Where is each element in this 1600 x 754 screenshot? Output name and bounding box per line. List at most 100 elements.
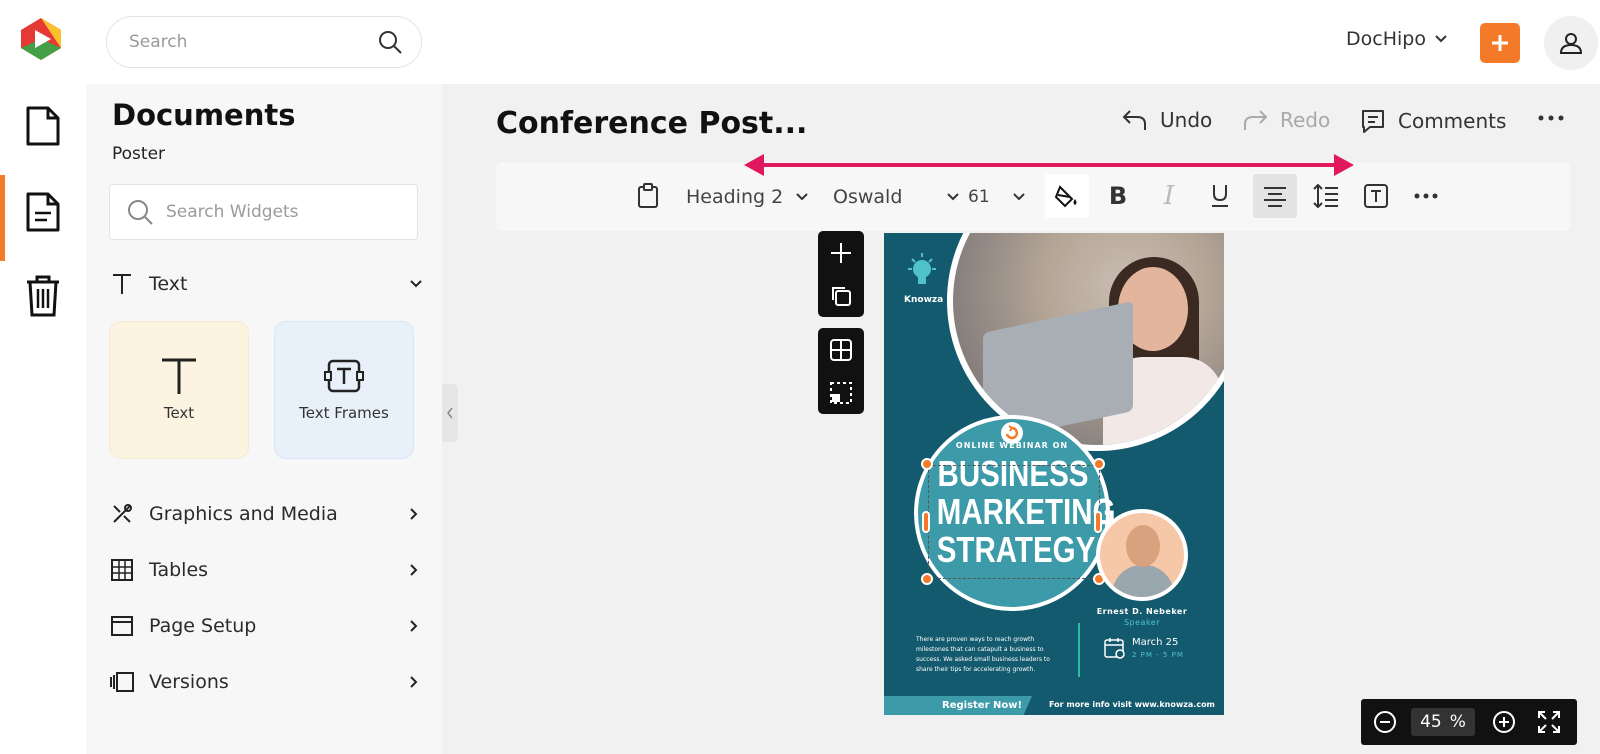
section-text[interactable]: Text bbox=[109, 266, 429, 302]
more-info-text[interactable]: For more info visit www.knowza.com bbox=[1049, 700, 1215, 709]
chevron-down-icon bbox=[796, 192, 808, 200]
line-spacing-icon bbox=[1313, 183, 1338, 209]
zoom-out-icon bbox=[1374, 711, 1396, 733]
add-element-button[interactable] bbox=[829, 241, 853, 265]
webinar-label[interactable]: ONLINE WEBINAR ON bbox=[884, 441, 1140, 450]
user-avatar[interactable] bbox=[1544, 16, 1598, 70]
duplicate-button[interactable] bbox=[830, 285, 852, 307]
page-setup-icon bbox=[109, 613, 135, 639]
rail-trash[interactable] bbox=[0, 254, 86, 338]
font-family-value: Oswald bbox=[833, 185, 903, 208]
speaker-name[interactable]: Ernest D. Nebeker bbox=[1080, 607, 1204, 616]
element-actions-toolbar bbox=[818, 231, 864, 317]
text-icon bbox=[109, 271, 135, 297]
fullscreen-button[interactable] bbox=[1537, 710, 1561, 734]
event-date[interactable]: March 25 bbox=[1132, 637, 1178, 648]
copy-icon bbox=[832, 287, 851, 306]
poster-body-text[interactable]: There are proven ways to reach growth mi… bbox=[916, 635, 1056, 675]
trash-icon bbox=[27, 275, 59, 317]
section-versions[interactable]: Versions bbox=[109, 664, 429, 700]
text-widget-label: Text bbox=[163, 404, 195, 422]
plus-icon bbox=[831, 243, 851, 263]
undo-icon bbox=[1122, 110, 1146, 130]
chevron-right-icon bbox=[409, 507, 429, 521]
undo-label: Undo bbox=[1160, 108, 1213, 132]
table-icon bbox=[109, 557, 135, 583]
resize-handle-left[interactable] bbox=[922, 511, 930, 533]
comments-label: Comments bbox=[1398, 109, 1507, 133]
more-options-button[interactable] bbox=[1538, 114, 1564, 122]
top-bar: Search DocHipo bbox=[0, 0, 1600, 84]
more-horizontal-icon bbox=[1538, 115, 1564, 121]
search-icon[interactable] bbox=[377, 29, 403, 55]
poster-brand[interactable]: Knowza bbox=[904, 295, 943, 305]
speaker-body-shape bbox=[1112, 565, 1174, 597]
resize-handle-bottom-left[interactable] bbox=[921, 573, 933, 585]
text-frames-widget-card[interactable]: Text Frames bbox=[274, 321, 414, 459]
panel-subtitle: Poster bbox=[112, 144, 166, 164]
search-bar[interactable]: Search bbox=[106, 16, 422, 68]
rail-templates[interactable] bbox=[0, 170, 86, 254]
user-icon bbox=[1559, 33, 1583, 54]
graphics-icon bbox=[109, 501, 135, 527]
speaker-photo[interactable] bbox=[1096, 509, 1188, 601]
underline-icon bbox=[1212, 185, 1228, 207]
toolbar-more-button[interactable] bbox=[1404, 174, 1448, 218]
chevron-down-icon bbox=[947, 192, 960, 200]
calendar-icon bbox=[1104, 637, 1126, 659]
text-icon bbox=[159, 356, 199, 396]
account-label: DocHipo bbox=[1346, 28, 1426, 50]
poster-canvas[interactable]: Knowza ONLINE WEBINAR ON BUSINESS MARKET… bbox=[884, 233, 1224, 715]
zoom-in-button[interactable] bbox=[1492, 710, 1516, 734]
event-time[interactable]: 2 PM - 5 PM bbox=[1132, 651, 1184, 659]
text-style-value: Heading 2 bbox=[686, 185, 784, 208]
italic-icon: I bbox=[1163, 181, 1175, 211]
widget-search-input[interactable]: Search Widgets bbox=[109, 184, 418, 240]
text-box-icon bbox=[1364, 184, 1388, 208]
chevron-right-icon bbox=[409, 675, 429, 689]
rail-documents[interactable] bbox=[0, 84, 86, 168]
document-icon bbox=[26, 106, 60, 146]
resize-handle-top-right[interactable] bbox=[1093, 458, 1105, 470]
comments-button[interactable]: Comments bbox=[1360, 108, 1506, 134]
section-text-label: Text bbox=[149, 273, 188, 295]
section-page-setup[interactable]: Page Setup bbox=[109, 608, 429, 644]
file-text-icon bbox=[26, 192, 60, 232]
undo-button[interactable]: Undo bbox=[1122, 108, 1212, 132]
clipboard-icon bbox=[638, 183, 658, 208]
text-frame-icon bbox=[324, 356, 364, 396]
double-arrow-annotation-icon bbox=[744, 154, 1354, 176]
create-new-button[interactable] bbox=[1480, 23, 1520, 63]
text-frame-button[interactable] bbox=[1354, 174, 1398, 218]
collapse-panel-button[interactable] bbox=[442, 384, 458, 442]
resize-handle-right[interactable] bbox=[1094, 511, 1102, 533]
zoom-unit: % bbox=[1449, 712, 1466, 732]
poster-divider bbox=[1078, 623, 1080, 677]
section-graphics-media[interactable]: Graphics and Media bbox=[109, 496, 429, 532]
text-widget-card[interactable]: Text bbox=[109, 321, 249, 459]
select-area-button[interactable] bbox=[829, 381, 853, 405]
document-title[interactable]: Conference Post... bbox=[496, 106, 807, 141]
paste-style-button[interactable] bbox=[626, 174, 670, 218]
redo-button[interactable]: Redo bbox=[1242, 108, 1330, 132]
redo-label: Redo bbox=[1280, 108, 1331, 132]
plus-icon bbox=[1492, 35, 1508, 51]
speaker-role[interactable]: Speaker bbox=[1080, 618, 1204, 627]
speaker-face-shape bbox=[1126, 525, 1160, 567]
account-menu[interactable]: DocHipo bbox=[1346, 28, 1448, 50]
align-center-icon bbox=[1264, 187, 1286, 207]
bold-icon: B bbox=[1108, 182, 1128, 210]
register-text[interactable]: Register Now! bbox=[942, 700, 1022, 711]
grid-layout-button[interactable] bbox=[829, 338, 853, 362]
section-tables[interactable]: Tables bbox=[109, 552, 429, 588]
app-logo[interactable] bbox=[18, 16, 64, 62]
paint-bucket-icon bbox=[1054, 185, 1077, 208]
resize-handle-top-left[interactable] bbox=[921, 458, 933, 470]
section-tables-label: Tables bbox=[149, 559, 209, 581]
chevron-down-icon bbox=[1012, 192, 1025, 200]
font-size-value: 61 bbox=[968, 186, 990, 207]
zoom-level[interactable]: 45 % bbox=[1411, 708, 1475, 736]
chevron-down-icon bbox=[409, 279, 429, 289]
zoom-out-button[interactable] bbox=[1373, 710, 1397, 734]
grid-icon bbox=[830, 338, 852, 361]
